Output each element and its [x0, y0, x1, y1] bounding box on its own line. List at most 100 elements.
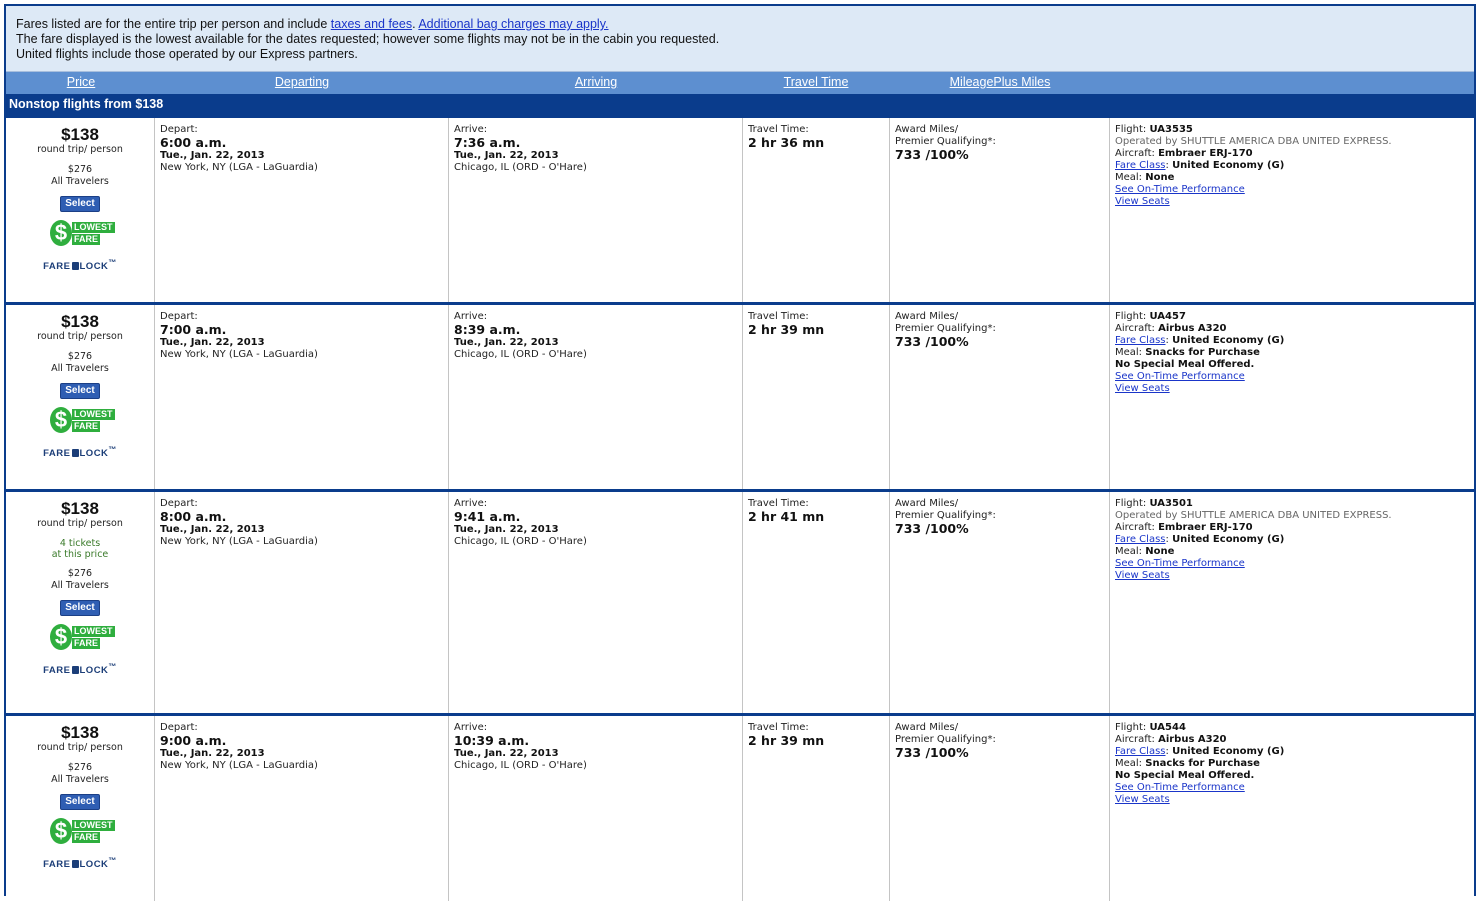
- total-price: $276: [67, 568, 93, 579]
- sort-travel-time-link[interactable]: Travel Time: [784, 75, 849, 89]
- meal-line: Meal: None: [1115, 172, 1469, 184]
- results-frame: Fares listed are for the entire trip per…: [4, 4, 1476, 901]
- flight-label: Flight:: [1115, 311, 1147, 322]
- per-person-label: round trip/ person: [37, 742, 123, 753]
- arrive-time: 9:41 a.m.: [454, 509, 521, 524]
- select-button[interactable]: Select: [60, 196, 100, 212]
- award-miles-label: Award Miles/: [895, 311, 959, 322]
- farelock-logo[interactable]: FARE LOCK™: [6, 855, 154, 871]
- miles-value: 733 /100%: [895, 147, 969, 162]
- fare-class-line: Fare Class: United Economy (G): [1115, 335, 1285, 346]
- flight-number: UA457: [1149, 311, 1186, 322]
- taxes-and-fees-link[interactable]: taxes and fees: [331, 17, 412, 31]
- fare-label: FARE: [72, 234, 101, 245]
- miles-cell: Award Miles/ Premier Qualifying*: 733 /1…: [890, 118, 1110, 302]
- tickets-at-price: at this price: [51, 549, 109, 560]
- lock-icon: [71, 449, 79, 458]
- farelock-fare-text: FARE: [43, 859, 71, 871]
- notice-text: Fares listed are for the entire trip per…: [16, 17, 331, 31]
- fare-class-link[interactable]: Fare Class: [1115, 746, 1166, 757]
- departing-cell: Depart: 8:00 a.m. Tue., Jan. 22, 2013 Ne…: [155, 492, 449, 713]
- departing-cell: Depart: 9:00 a.m. Tue., Jan. 22, 2013 Ne…: [155, 716, 449, 901]
- sort-price-link[interactable]: Price: [67, 75, 95, 89]
- notice-line-1: Fares listed are for the entire trip per…: [16, 17, 1464, 32]
- on-time-performance-link[interactable]: See On-Time Performance: [1115, 558, 1245, 569]
- meal-value: Snacks for Purchase: [1145, 347, 1260, 358]
- lowest-fare-badge: $ LOWEST FARE: [48, 624, 115, 652]
- arrive-date: Tue., Jan. 22, 2013: [454, 524, 559, 535]
- fare-class-link[interactable]: Fare Class: [1115, 160, 1166, 171]
- view-seats-link[interactable]: View Seats: [1115, 794, 1170, 805]
- flight-details-cell: Flight: UA544 Aircraft: Airbus A320 Fare…: [1110, 716, 1474, 901]
- depart-date: Tue., Jan. 22, 2013: [160, 337, 265, 348]
- per-person-label: round trip/ person: [37, 518, 123, 529]
- travel-time-cell: Travel Time: 2 hr 39 mn: [743, 305, 890, 489]
- arrive-date: Tue., Jan. 22, 2013: [454, 150, 559, 161]
- bag-charges-link[interactable]: Additional bag charges may apply.: [418, 17, 608, 31]
- all-travelers-label: All Travelers: [51, 580, 109, 591]
- aircraft-label: Aircraft:: [1115, 323, 1155, 334]
- farelock-fare-text: FARE: [43, 448, 71, 460]
- on-time-performance-link[interactable]: See On-Time Performance: [1115, 371, 1245, 382]
- sort-arriving-link[interactable]: Arriving: [575, 75, 617, 89]
- fare-class-link[interactable]: Fare Class: [1115, 534, 1166, 545]
- depart-date: Tue., Jan. 22, 2013: [160, 748, 265, 759]
- flight-row: $138 round trip/ person $276 All Travele…: [6, 713, 1474, 901]
- on-time-performance-link[interactable]: See On-Time Performance: [1115, 782, 1245, 793]
- farelock-logo[interactable]: FARE LOCK™: [6, 444, 154, 460]
- trademark-symbol: ™: [108, 445, 117, 454]
- award-miles-label: Award Miles/: [895, 498, 959, 509]
- miles-cell: Award Miles/ Premier Qualifying*: 733 /1…: [890, 305, 1110, 489]
- farelock-lock-text: LOCK: [79, 261, 109, 273]
- fare-class-line: Fare Class: United Economy (G): [1115, 534, 1285, 545]
- view-seats-link[interactable]: View Seats: [1115, 383, 1170, 394]
- lowest-label: LOWEST: [72, 222, 115, 233]
- fare-notice: Fares listed are for the entire trip per…: [6, 6, 1474, 72]
- price-cell: $138 round trip/ person 4 tickets at thi…: [6, 492, 155, 713]
- on-time-performance-link[interactable]: See On-Time Performance: [1115, 184, 1245, 195]
- flight-number-line: Flight: UA457: [1115, 311, 1469, 323]
- total-price: $276: [67, 351, 93, 362]
- sort-departing-link[interactable]: Departing: [275, 75, 329, 89]
- fare-class-link[interactable]: Fare Class: [1115, 335, 1166, 346]
- flight-details-cell: Flight: UA457 Aircraft: Airbus A320 Fare…: [1110, 305, 1474, 489]
- price-cell: $138 round trip/ person $276 All Travele…: [6, 716, 155, 901]
- select-button[interactable]: Select: [60, 794, 100, 810]
- farelock-logo[interactable]: FARE LOCK™: [6, 661, 154, 677]
- fare-class-value: United Economy (G): [1172, 534, 1285, 545]
- farelock-logo[interactable]: FARE LOCK™: [6, 257, 154, 273]
- departing-cell: Depart: 6:00 a.m. Tue., Jan. 22, 2013 Ne…: [155, 118, 449, 302]
- sort-mileageplus-miles-link[interactable]: MileagePlus Miles: [950, 75, 1051, 89]
- meal-value: None: [1145, 172, 1175, 183]
- view-seats-link[interactable]: View Seats: [1115, 570, 1170, 581]
- select-button[interactable]: Select: [60, 600, 100, 616]
- sort-bar: Price Departing Arriving Travel Time Mil…: [6, 72, 1474, 94]
- farelock-lock-text: LOCK: [79, 665, 109, 677]
- aircraft-label: Aircraft:: [1115, 522, 1155, 533]
- aircraft-label: Aircraft:: [1115, 148, 1155, 159]
- miles-cell: Award Miles/ Premier Qualifying*: 733 /1…: [890, 716, 1110, 901]
- operated-by: Operated by SHUTTLE AMERICA DBA UNITED E…: [1115, 136, 1392, 147]
- dollar-icon: $: [50, 818, 72, 844]
- tickets-count: 4 tickets: [59, 538, 101, 549]
- meal-line: Meal: Snacks for Purchase: [1115, 347, 1469, 359]
- lock-icon: [71, 860, 79, 869]
- total-price: $276: [67, 164, 93, 175]
- view-seats-link[interactable]: View Seats: [1115, 196, 1170, 207]
- aircraft-type: Embraer ERJ-170: [1158, 522, 1253, 533]
- meal-value: None: [1145, 546, 1175, 557]
- depart-time: 6:00 a.m.: [160, 135, 227, 150]
- notice-line-3: United flights include those operated by…: [16, 47, 358, 61]
- price-cell: $138 round trip/ person $276 All Travele…: [6, 305, 155, 489]
- flight-label: Flight:: [1115, 722, 1147, 733]
- tickets-remaining: 4 tickets at this price: [6, 538, 154, 560]
- all-travelers-total: $276 All Travelers: [6, 568, 154, 592]
- all-travelers-total: $276 All Travelers: [6, 351, 154, 375]
- section-title: Nonstop flights from $138: [6, 94, 1474, 115]
- depart-date: Tue., Jan. 22, 2013: [160, 524, 265, 535]
- select-button[interactable]: Select: [60, 383, 100, 399]
- arrive-time: 8:39 a.m.: [454, 322, 521, 337]
- depart-time: 8:00 a.m.: [160, 509, 227, 524]
- meal-label: Meal:: [1115, 758, 1143, 769]
- price: $138: [61, 312, 99, 331]
